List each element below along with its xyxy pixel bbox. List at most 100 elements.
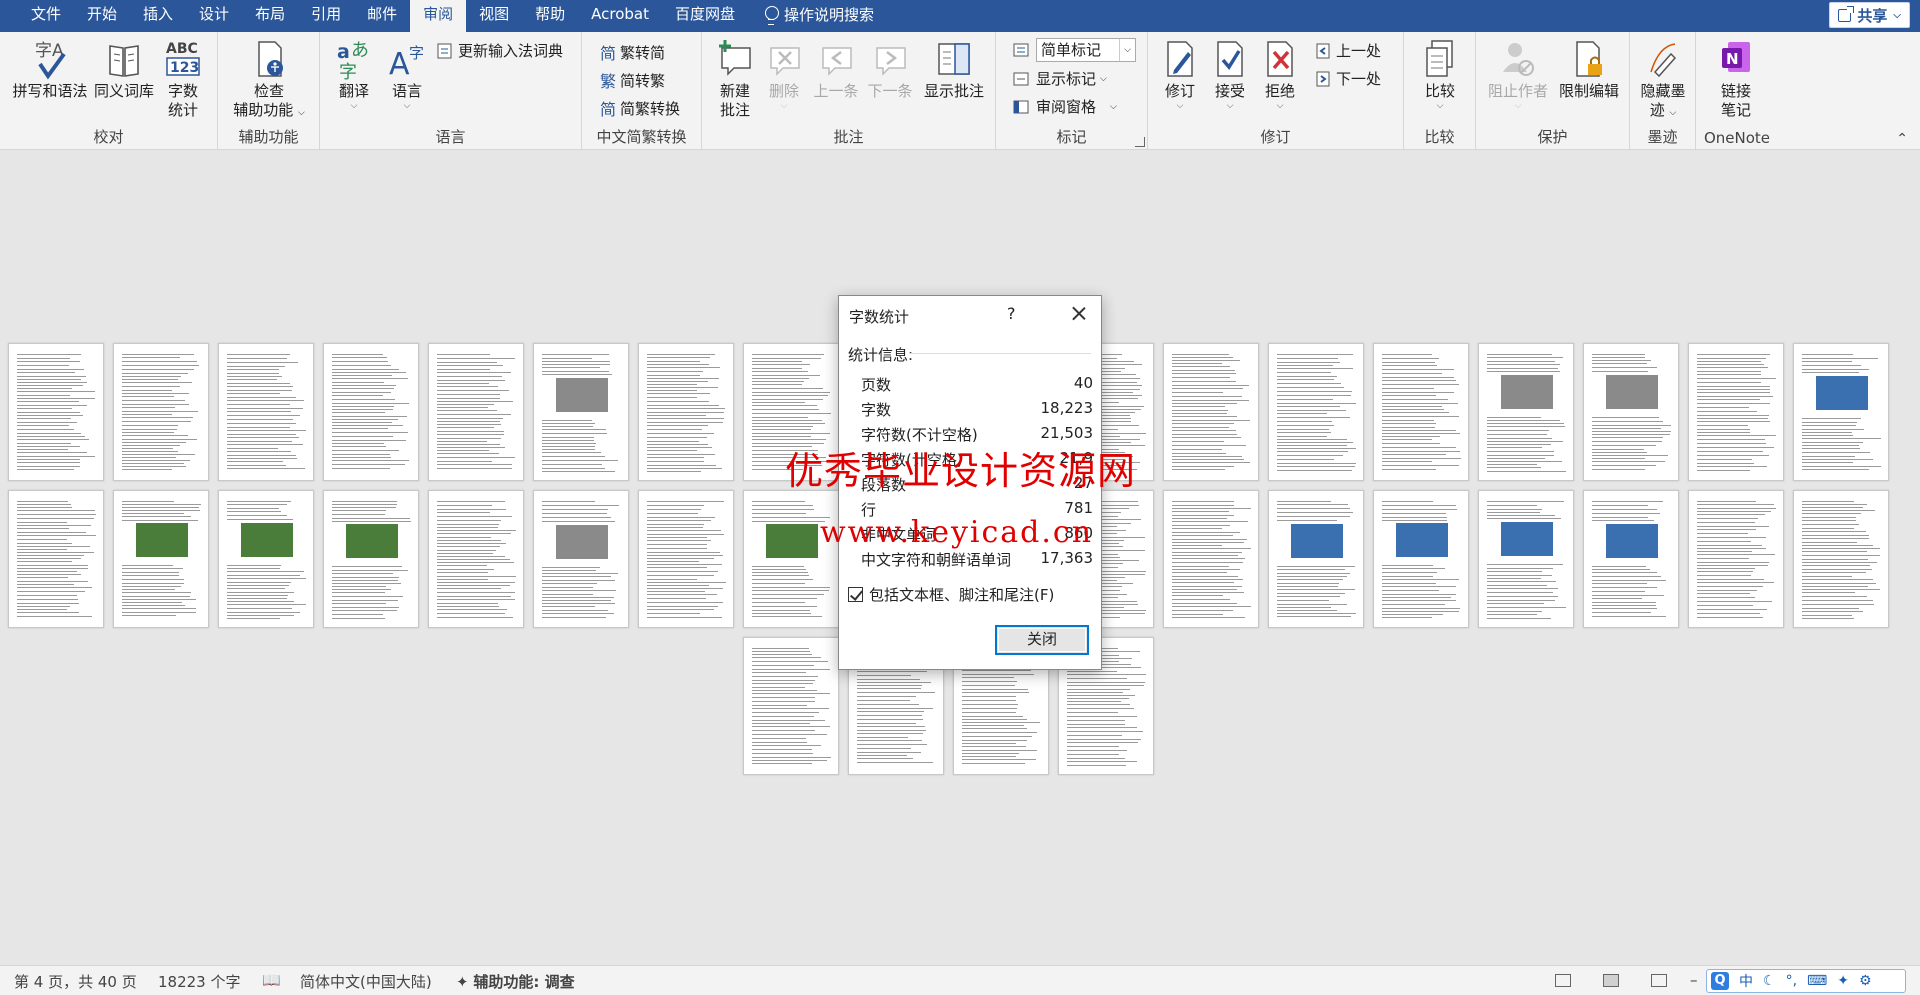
- page-thumbnail[interactable]: [323, 490, 419, 628]
- page-thumbnail[interactable]: [1793, 490, 1889, 628]
- tab-baidu-netdisk[interactable]: 百度网盘: [662, 0, 748, 30]
- block-authors-button[interactable]: 阻止作者 ⌵: [1486, 38, 1550, 111]
- linked-notes-button[interactable]: N 链接 笔记: [1706, 38, 1766, 120]
- zoom-out-button[interactable]: –: [1690, 971, 1698, 989]
- page-thumbnail[interactable]: [1163, 490, 1259, 628]
- compare-button[interactable]: 比较 ⌵: [1416, 38, 1464, 111]
- ime-mode[interactable]: 中: [1739, 971, 1753, 991]
- markup-dropdown[interactable]: 简单标记 ⌵: [1036, 38, 1136, 62]
- page-thumbnail[interactable]: [428, 490, 524, 628]
- page-thumbnail[interactable]: [113, 343, 209, 481]
- punctuation-icon[interactable]: °,: [1786, 973, 1797, 989]
- text-line: [647, 441, 699, 442]
- page-thumbnail[interactable]: [1583, 490, 1679, 628]
- spelling-grammar-button[interactable]: 字A 拼写和语法: [8, 38, 92, 101]
- word-count-indicator[interactable]: 18223 个字: [158, 971, 241, 992]
- page-thumbnail[interactable]: [1688, 343, 1784, 481]
- page-thumbnail[interactable]: [1268, 343, 1364, 481]
- traditional-to-simplified-button[interactable]: 简 繁转简: [600, 40, 665, 64]
- page-thumbnail[interactable]: [113, 490, 209, 628]
- settings-icon[interactable]: ⚙: [1859, 973, 1872, 989]
- moon-icon[interactable]: ☾: [1763, 973, 1776, 989]
- new-comment-button[interactable]: 新建 批注: [712, 38, 758, 120]
- page-thumbnail[interactable]: [323, 343, 419, 481]
- page-thumbnail[interactable]: [1373, 490, 1469, 628]
- ime-toolbar[interactable]: Q 中 ☾ °, ⌨ ✦ ⚙: [1706, 969, 1906, 993]
- update-ime-dictionary-button[interactable]: 更新输入法词典: [436, 40, 563, 61]
- tab-layout[interactable]: 布局: [242, 0, 298, 30]
- tracking-options-launcher[interactable]: [1135, 137, 1145, 147]
- page-thumbnail[interactable]: [638, 490, 734, 628]
- print-layout-icon[interactable]: [1603, 974, 1619, 987]
- accessibility-indicator[interactable]: ✦ 辅助功能: 调查: [456, 971, 575, 992]
- help-button[interactable]: ?: [1007, 304, 1016, 323]
- proofing-errors-icon[interactable]: 📖: [262, 971, 281, 989]
- page-thumbnail[interactable]: [743, 490, 839, 628]
- page-indicator[interactable]: 第 4 页，共 40 页: [14, 971, 137, 992]
- previous-comment-button[interactable]: 上一条: [810, 38, 862, 101]
- previous-change-button[interactable]: 上一处: [1314, 40, 1381, 61]
- tools-icon[interactable]: ✦: [1837, 973, 1849, 989]
- tab-view[interactable]: 视图: [466, 0, 522, 30]
- close-icon[interactable]: [1059, 298, 1099, 328]
- simplified-to-traditional-button[interactable]: 繁 简转繁: [600, 68, 665, 92]
- read-mode-icon[interactable]: [1555, 974, 1571, 987]
- tell-me-search[interactable]: 操作说明搜索: [748, 0, 887, 30]
- tab-help[interactable]: 帮助: [522, 0, 578, 30]
- tab-references[interactable]: 引用: [298, 0, 354, 30]
- page-thumbnail[interactable]: [1793, 343, 1889, 481]
- markup-select[interactable]: 简单标记 ⌵: [1012, 38, 1136, 62]
- page-thumbnail[interactable]: [218, 490, 314, 628]
- web-layout-icon[interactable]: [1651, 974, 1667, 987]
- share-button[interactable]: 共享 ⌵: [1829, 2, 1910, 28]
- page-thumbnail[interactable]: [428, 343, 524, 481]
- reject-button[interactable]: 拒绝 ⌵: [1258, 38, 1302, 111]
- page-thumbnail[interactable]: [8, 490, 104, 628]
- checkbox-checked-icon[interactable]: [848, 587, 863, 602]
- track-changes-button[interactable]: 修订 ⌵: [1158, 38, 1202, 111]
- page-thumbnail[interactable]: [533, 343, 629, 481]
- tab-review[interactable]: 审阅: [410, 0, 467, 32]
- page-thumbnail[interactable]: [1478, 490, 1574, 628]
- tab-mailings[interactable]: 邮件: [354, 0, 410, 30]
- page-thumbnail[interactable]: [1163, 343, 1259, 481]
- chinese-conversion-button[interactable]: 简 简繁转换: [600, 96, 680, 120]
- accept-button[interactable]: 接受 ⌵: [1208, 38, 1252, 111]
- page-thumbnail[interactable]: [1373, 343, 1469, 481]
- thesaurus-button[interactable]: 同义词库: [92, 38, 156, 101]
- page-thumbnail[interactable]: [743, 637, 839, 775]
- page-thumbnail[interactable]: [1268, 490, 1364, 628]
- restrict-editing-button[interactable]: 限制编辑: [1554, 38, 1624, 101]
- tab-insert[interactable]: 插入: [130, 0, 186, 30]
- tab-acrobat[interactable]: Acrobat: [578, 0, 662, 30]
- page-thumbnail[interactable]: [218, 343, 314, 481]
- tab-file[interactable]: 文件: [18, 0, 74, 30]
- reviewing-pane-button[interactable]: 审阅窗格 ⌵: [1012, 96, 1117, 117]
- tab-home[interactable]: 开始: [74, 0, 130, 30]
- collapse-ribbon-icon[interactable]: ⌃: [1896, 131, 1908, 147]
- page-thumbnail[interactable]: [1688, 490, 1784, 628]
- next-comment-button[interactable]: 下一条: [864, 38, 916, 101]
- check-accessibility-button[interactable]: 检查 辅助功能 ⌵: [226, 38, 312, 123]
- next-change-button[interactable]: 下一处: [1314, 68, 1381, 89]
- page-thumbnail[interactable]: [533, 490, 629, 628]
- page-thumbnail[interactable]: [638, 343, 734, 481]
- word-count-button[interactable]: ABC 123 字数 统计: [158, 38, 208, 120]
- text-line: [332, 372, 406, 373]
- page-thumbnail[interactable]: [1583, 343, 1679, 481]
- show-comments-button[interactable]: 显示批注: [918, 38, 990, 101]
- ime-logo-icon[interactable]: Q: [1711, 972, 1729, 990]
- tab-design[interactable]: 设计: [186, 0, 242, 30]
- page-thumbnail[interactable]: [1478, 343, 1574, 481]
- close-button[interactable]: 关闭: [995, 625, 1089, 655]
- translate-button[interactable]: a あ 字 翻译 ⌵: [330, 38, 378, 111]
- keyboard-icon[interactable]: ⌨: [1807, 973, 1827, 989]
- delete-comment-button[interactable]: 删除 ⌵: [762, 38, 806, 111]
- page-thumbnail[interactable]: [8, 343, 104, 481]
- include-textboxes-checkbox[interactable]: 包括文本框、脚注和尾注(F): [848, 584, 1054, 605]
- language-indicator[interactable]: 简体中文(中国大陆): [300, 971, 432, 992]
- text-line: [857, 675, 911, 676]
- show-markup-button[interactable]: 显示标记 ⌵: [1012, 68, 1107, 89]
- hide-ink-button[interactable]: 隐藏墨 迹 ⌵: [1636, 38, 1690, 123]
- language-button[interactable]: A 字 语言 ⌵: [382, 38, 432, 111]
